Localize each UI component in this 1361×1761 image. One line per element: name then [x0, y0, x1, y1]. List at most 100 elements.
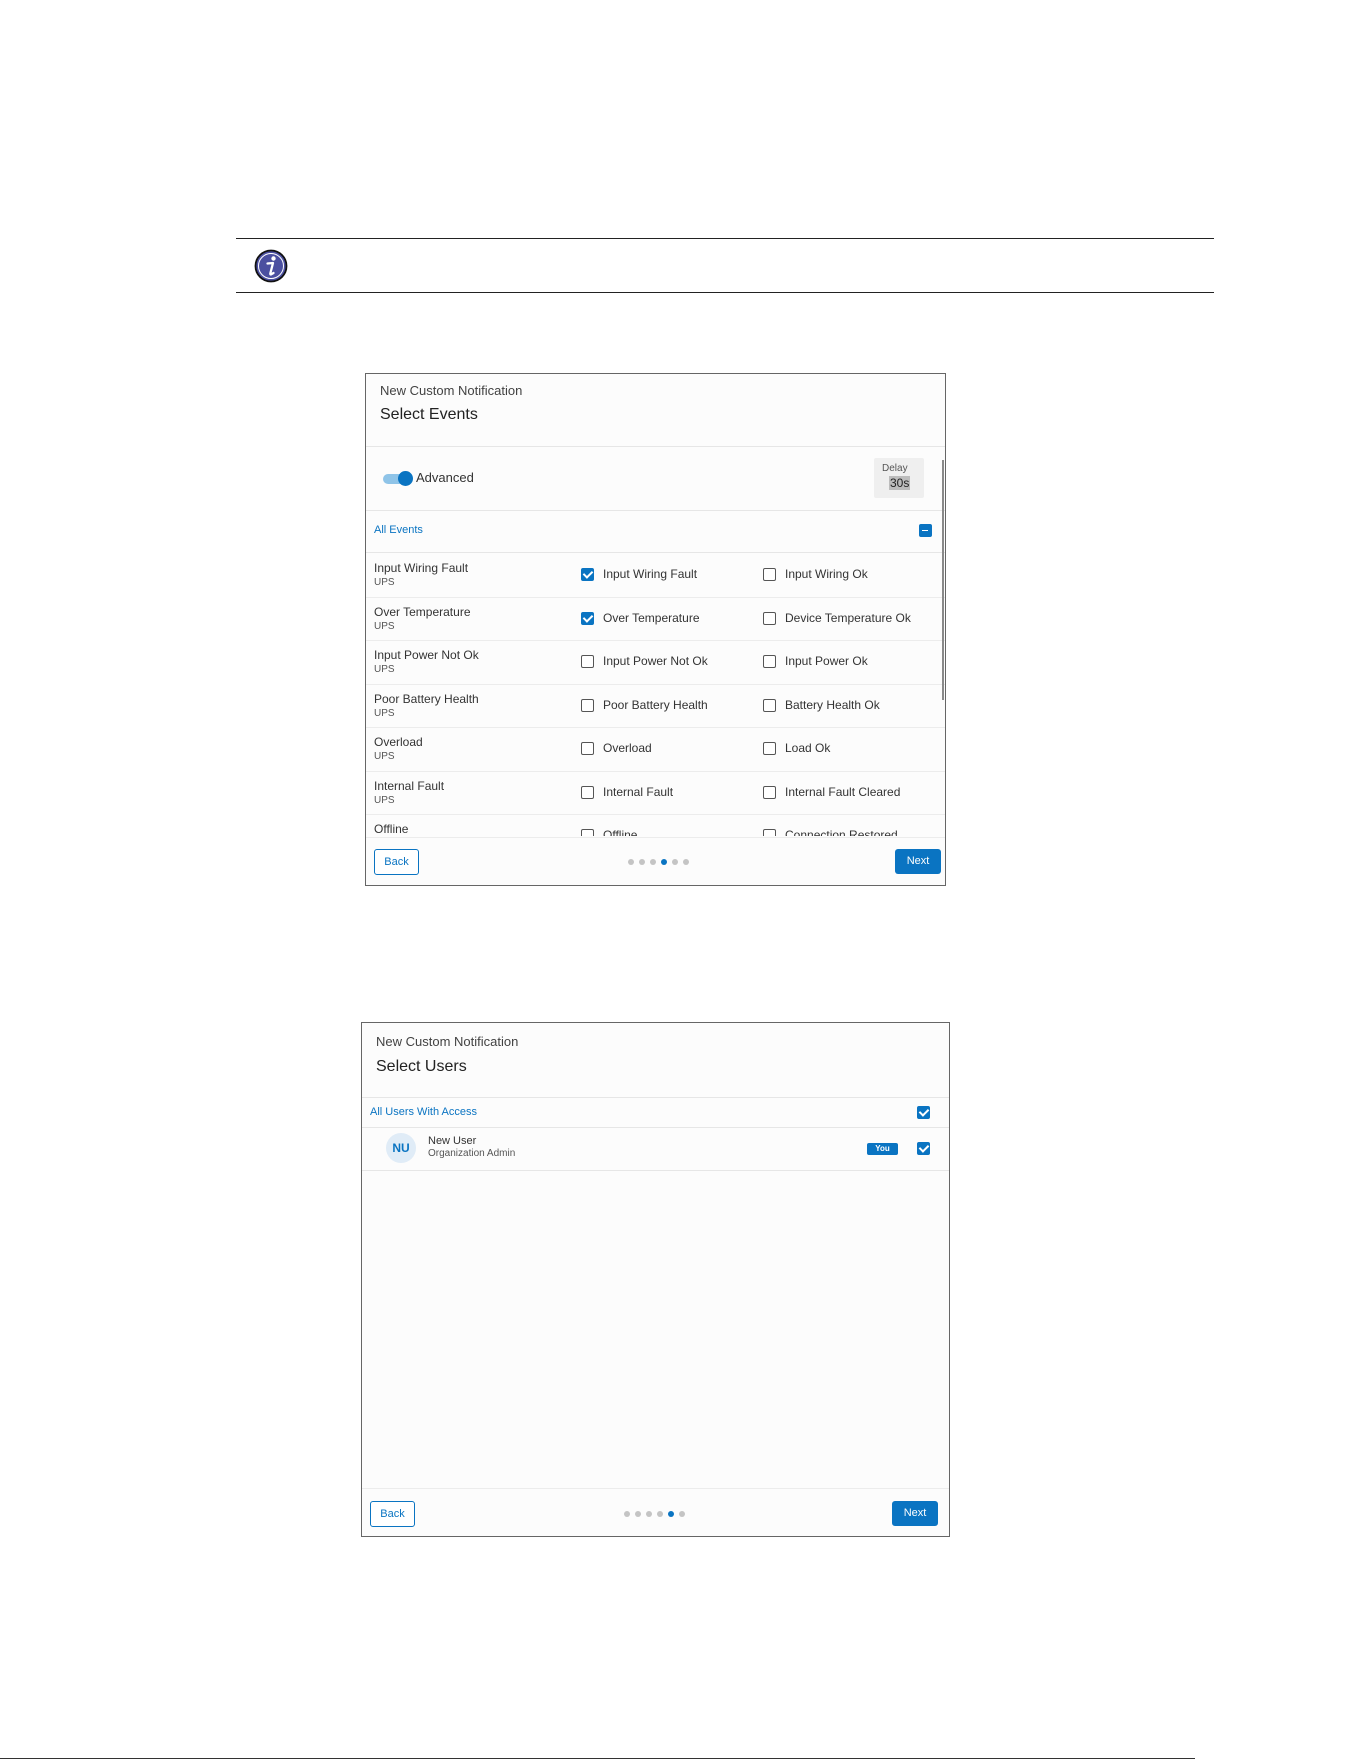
divider [362, 1097, 949, 1098]
event-checkbox[interactable] [763, 698, 776, 712]
event-checkbox[interactable] [581, 742, 594, 755]
event-title: Input Wiring Fault [374, 561, 469, 575]
event-row: Overload UPS Overload Load Ok [366, 727, 945, 772]
info-icon [254, 249, 288, 283]
event-checkbox[interactable] [581, 698, 594, 712]
event-option-label[interactable]: Battery Health Ok [785, 698, 880, 712]
event-checkbox[interactable] [763, 785, 776, 799]
delay-label: Delay [882, 463, 908, 474]
event-title: Offline [374, 822, 409, 836]
event-option-label[interactable]: Over Temperature [603, 611, 700, 625]
event-row: Internal Fault UPS Internal Fault Internal … [366, 771, 945, 815]
step-dot [679, 1511, 685, 1517]
event-device: UPS [374, 664, 395, 675]
event-title: Overload [374, 735, 423, 749]
event-checkbox[interactable] [581, 611, 594, 625]
user-checkbox[interactable] [917, 1142, 930, 1155]
avatar: NU [386, 1133, 416, 1163]
step-dot [683, 859, 689, 865]
back-button[interactable]: Back [374, 849, 419, 875]
event-option-label[interactable]: Internal Fault [603, 785, 673, 799]
user-name: New User [428, 1135, 477, 1147]
select-events-dialog: New Custom Notification Select Events Ad… [365, 373, 946, 886]
advanced-toggle[interactable] [383, 471, 413, 486]
all-events-label[interactable]: All Events [374, 524, 423, 536]
step-dot [639, 859, 645, 865]
event-title: Input Power Not Ok [374, 648, 479, 662]
divider [362, 1170, 949, 1171]
event-title: Poor Battery Health [374, 691, 479, 706]
dialog-title: Select Events [380, 406, 478, 423]
event-option-label[interactable]: Connection Restored [785, 828, 898, 836]
event-title: Over Temperature [374, 604, 471, 619]
step-dot-active [661, 859, 667, 865]
event-device: UPS [374, 620, 395, 632]
event-checkbox[interactable] [763, 568, 776, 581]
event-option-label[interactable]: Offline [603, 828, 637, 836]
delay-value[interactable]: 30s [889, 476, 911, 490]
footer-divider [362, 1488, 949, 1489]
event-option-label[interactable]: Input Power Not Ok [603, 654, 708, 668]
event-checkbox[interactable] [763, 611, 776, 625]
dialog-subtitle: New Custom Notification [380, 383, 523, 398]
you-badge: You [867, 1143, 898, 1155]
event-row: Over Temperature UPS Over Temperature Devic… [366, 597, 945, 641]
user-list-item: NU New User Organization Admin You [362, 1128, 949, 1170]
event-checkbox[interactable] [581, 568, 594, 581]
next-button[interactable]: Next [892, 1501, 938, 1526]
back-button[interactable]: Back [370, 1501, 415, 1527]
event-device: UPS [374, 751, 395, 762]
event-device: UPS [374, 577, 395, 588]
event-checkbox[interactable] [581, 829, 594, 836]
event-device: UPS [374, 707, 395, 719]
step-indicator [628, 859, 689, 865]
step-indicator [624, 1511, 685, 1517]
all-users-checkbox[interactable] [917, 1106, 930, 1119]
event-title: Internal Fault [374, 778, 445, 793]
event-option-label[interactable]: Device Temperature Ok [785, 611, 911, 625]
event-option-label[interactable]: Internal Fault Cleared [785, 785, 900, 799]
delay-field[interactable]: Delay 30s [874, 458, 924, 498]
divider [366, 510, 945, 511]
scrollbar[interactable] [942, 460, 944, 700]
step-dot [650, 859, 656, 865]
step-dot [628, 859, 634, 865]
event-row: Input Wiring Fault UPS Input Wiring Fault I… [366, 553, 945, 598]
step-dot [624, 1511, 630, 1517]
dialog-title: Select Users [376, 1058, 467, 1075]
step-dot [657, 1511, 663, 1517]
toggle-knob [398, 471, 413, 486]
next-button[interactable]: Next [895, 849, 941, 874]
user-role: Organization Admin [428, 1148, 516, 1159]
event-option-label[interactable]: Input Wiring Fault [603, 567, 697, 581]
event-option-label[interactable]: Input Power Ok [785, 654, 868, 668]
event-checkbox[interactable] [763, 829, 776, 836]
step-dot [635, 1511, 641, 1517]
event-device: UPS [374, 794, 395, 806]
step-dot [646, 1511, 652, 1517]
select-users-dialog: New Custom Notification Select Users All… [361, 1022, 950, 1537]
step-dot [672, 859, 678, 865]
footer-divider [366, 837, 945, 838]
event-list: Input Wiring Fault UPS Input Wiring Fault I… [366, 553, 945, 836]
all-events-checkbox[interactable] [919, 524, 932, 537]
advanced-label: Advanced [416, 470, 474, 485]
event-option-label[interactable]: Poor Battery Health [603, 698, 708, 712]
note-top-rule [236, 238, 1214, 239]
event-row: Poor Battery Health UPS Poor Battery Healt… [366, 684, 945, 728]
event-row: Offline Offline Connection Restored [366, 814, 945, 836]
event-checkbox[interactable] [763, 742, 776, 755]
event-row: Input Power Not Ok UPS Input Power Not Ok I… [366, 640, 945, 685]
event-option-label[interactable]: Load Ok [785, 741, 830, 755]
note-bottom-rule [236, 292, 1214, 293]
all-users-label[interactable]: All Users With Access [370, 1106, 477, 1118]
page-bottom-rule [0, 1758, 1195, 1759]
step-dot-active [668, 1511, 674, 1517]
dialog-subtitle: New Custom Notification [376, 1034, 519, 1049]
divider [366, 446, 945, 447]
event-checkbox[interactable] [581, 785, 594, 799]
event-option-label[interactable]: Overload [603, 741, 652, 755]
event-checkbox[interactable] [581, 655, 594, 668]
event-checkbox[interactable] [763, 655, 776, 668]
event-option-label[interactable]: Input Wiring Ok [785, 567, 868, 581]
